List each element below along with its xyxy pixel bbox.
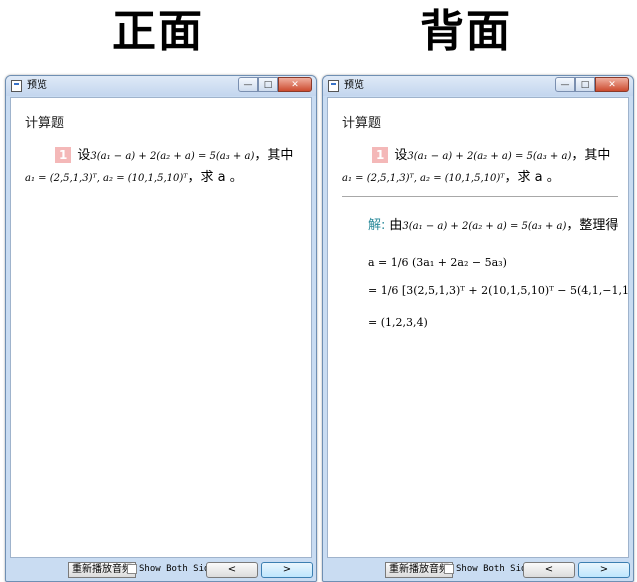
question-prefix: 设 bbox=[394, 148, 408, 163]
question-line-1: 1 设3(a₁ − a) + 2(a₂ + a) = 5(a₃ + a)，其中 bbox=[372, 144, 610, 163]
preview-window-front: 预览 — □ ✕ 计算题 1 设3(a₁ − a) + 2(a₂ + a) = 5… bbox=[5, 75, 317, 582]
close-button[interactable]: ✕ bbox=[278, 77, 312, 92]
maximize-button[interactable]: □ bbox=[258, 77, 278, 92]
next-button[interactable]: > bbox=[578, 562, 630, 578]
bottom-bar: 重新播放音频 Show Both Sides < > bbox=[6, 558, 316, 581]
minimize-button[interactable]: — bbox=[238, 77, 258, 92]
question-suffix: ，其中 bbox=[254, 148, 294, 163]
app-icon bbox=[11, 80, 22, 92]
question-prefix: 设 bbox=[77, 148, 91, 163]
question-line-2: a₁ = (2,5,1,3)ᵀ, a₂ = (10,1,5,10)ᵀ，求 a 。 bbox=[25, 166, 243, 185]
answer-intro: 解: 由3(a₁ − a) + 2(a₂ + a) = 5(a₃ + a)，整理得 bbox=[368, 214, 618, 233]
replay-audio-button[interactable]: 重新播放音频 bbox=[68, 562, 136, 578]
question-equation: 3(a₁ − a) + 2(a₂ + a) = 5(a₃ + a) bbox=[407, 151, 572, 162]
question-equation: 3(a₁ − a) + 2(a₂ + a) = 5(a₃ + a) bbox=[90, 151, 255, 162]
replay-audio-button[interactable]: 重新播放音频 bbox=[385, 562, 453, 578]
next-button[interactable]: > bbox=[261, 562, 313, 578]
answer-suffix: ，整理得 bbox=[566, 218, 619, 233]
prev-button[interactable]: < bbox=[206, 562, 258, 578]
back-heading: 背面 bbox=[420, 6, 512, 57]
question-line-2: a₁ = (2,5,1,3)ᵀ, a₂ = (10,1,5,10)ᵀ，求 a 。 bbox=[342, 166, 560, 185]
derivation-step: = 1/6 [3(2,5,1,3)ᵀ + 2(10,1,5,10)ᵀ − 5(4… bbox=[368, 284, 629, 297]
prev-button[interactable]: < bbox=[523, 562, 575, 578]
question-number-badge: 1 bbox=[372, 147, 389, 163]
question-given: a₁ = (2,5,1,3)ᵀ, a₂ = (10,1,5,10)ᵀ bbox=[342, 173, 505, 184]
window-title: 预览 bbox=[27, 80, 47, 91]
section-title: 计算题 bbox=[342, 116, 382, 131]
derivation-step: = (1,2,3,4) bbox=[368, 316, 428, 329]
close-button[interactable]: ✕ bbox=[595, 77, 629, 92]
card-content: 计算题 1 设3(a₁ − a) + 2(a₂ + a) = 5(a₃ + a)，… bbox=[10, 97, 312, 558]
front-back-divider bbox=[342, 196, 618, 197]
answer-equation: 3(a₁ − a) + 2(a₂ + a) = 5(a₃ + a) bbox=[402, 221, 567, 232]
question-given: a₁ = (2,5,1,3)ᵀ, a₂ = (10,1,5,10)ᵀ bbox=[25, 173, 188, 184]
minimize-button[interactable]: — bbox=[555, 77, 575, 92]
title-bar: 预览 — □ ✕ bbox=[323, 76, 633, 96]
maximize-button[interactable]: □ bbox=[575, 77, 595, 92]
section-title: 计算题 bbox=[25, 116, 65, 131]
question-ask: ，求 a 。 bbox=[187, 170, 243, 185]
title-bar: 预览 — □ ✕ bbox=[6, 76, 316, 96]
derivation-step: a = 1/6 (3a₁ + 2a₂ − 5a₃) bbox=[368, 256, 507, 269]
question-line-1: 1 设3(a₁ − a) + 2(a₂ + a) = 5(a₃ + a)，其中 bbox=[55, 144, 293, 163]
question-number-badge: 1 bbox=[55, 147, 72, 163]
card-content: 计算题 1 设3(a₁ − a) + 2(a₂ + a) = 5(a₃ + a)，… bbox=[327, 97, 629, 558]
window-title: 预览 bbox=[344, 80, 364, 91]
show-both-sides-checkbox[interactable] bbox=[127, 564, 137, 574]
answer-prefix: 由 bbox=[389, 218, 403, 233]
show-both-sides-checkbox[interactable] bbox=[444, 564, 454, 574]
answer-label: 解: bbox=[368, 218, 386, 233]
bottom-bar: 重新播放音频 Show Both Sides < > bbox=[323, 558, 633, 581]
app-icon bbox=[328, 80, 339, 92]
question-ask: ，求 a 。 bbox=[504, 170, 560, 185]
front-heading: 正面 bbox=[112, 6, 204, 57]
preview-window-back: 预览 — □ ✕ 计算题 1 设3(a₁ − a) + 2(a₂ + a) = 5… bbox=[322, 75, 634, 582]
question-suffix: ，其中 bbox=[571, 148, 611, 163]
